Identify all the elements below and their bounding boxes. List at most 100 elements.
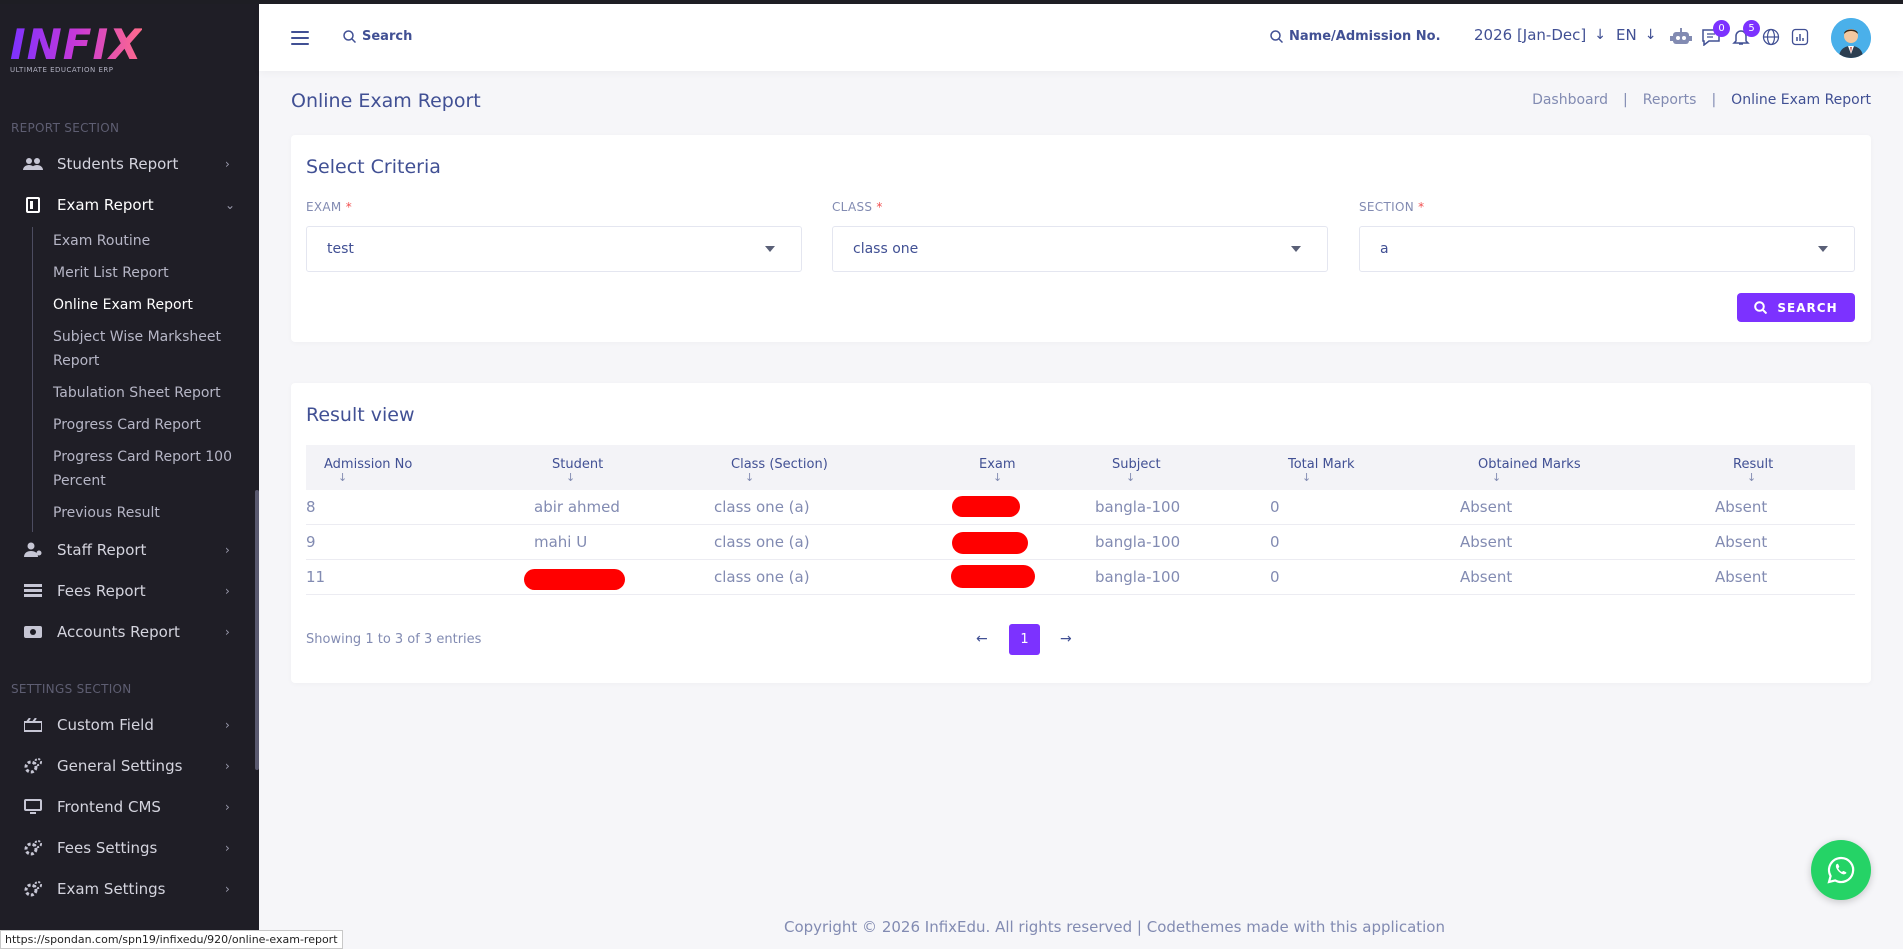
user-avatar[interactable] <box>1831 18 1871 58</box>
cell-student: mahi U <box>534 533 588 551</box>
menu-toggle-icon[interactable] <box>291 31 309 45</box>
chevron-right-icon: › <box>225 759 230 773</box>
table-row: 11 class one (a) bangla-100 0 Absent Abs… <box>306 560 1855 595</box>
breadcrumb-reports[interactable]: Reports <box>1643 92 1697 108</box>
app-logo[interactable]: INFIX ULTIMATE EDUCATION ERP <box>10 20 143 75</box>
sidebar-item-label: Accounts Report <box>57 623 180 641</box>
sort-arrow-icon: ↓ <box>1492 471 1502 484</box>
chevron-right-icon: › <box>225 584 230 598</box>
chevron-right-icon: › <box>225 882 230 896</box>
chevron-right-icon: › <box>225 841 230 855</box>
chevron-right-icon: › <box>225 543 230 557</box>
language-selector[interactable]: EN ↓ <box>1616 26 1656 44</box>
sidebar-item-label: Fees Report <box>57 582 146 600</box>
submenu-tabulation-sheet-report[interactable]: Tabulation Sheet Report <box>53 381 243 405</box>
column-header-result[interactable]: Result ↓ <box>1733 457 1773 484</box>
cell-result: Absent <box>1715 498 1768 516</box>
whatsapp-icon[interactable] <box>1811 840 1871 900</box>
arrow-down-icon: ↓ <box>1644 27 1657 43</box>
page-title: Online Exam Report <box>291 90 481 112</box>
column-header-total-mark[interactable]: Total Mark ↓ <box>1288 457 1355 484</box>
column-header-admission-no[interactable]: Admission No ↓ <box>324 457 412 484</box>
window-top-strip <box>0 0 1903 4</box>
submenu-progress-card-report-100-line2[interactable]: Percent <box>53 469 243 493</box>
cell-class-section: class one (a) <box>714 533 810 551</box>
column-header-student[interactable]: Student ↓ <box>552 457 603 484</box>
sort-arrow-icon: ↓ <box>745 471 755 484</box>
table-header: Admission No ↓ Student ↓ Class (Section) ↓ … <box>306 445 1855 490</box>
cell-student: abir ahmed <box>534 498 620 516</box>
cell-admission-no: 8 <box>306 498 316 516</box>
submenu-merit-list-report[interactable]: Merit List Report <box>53 261 243 285</box>
sidebar-item-staff-report[interactable]: Staff Report › <box>0 533 255 567</box>
sidebar-item-label: Custom Field <box>57 716 154 734</box>
chat-badge: 0 <box>1713 20 1730 37</box>
search-button[interactable]: SEARCH <box>1737 293 1855 322</box>
redaction-mark <box>952 532 1028 554</box>
redaction-mark <box>952 496 1020 517</box>
search-icon <box>1270 30 1283 43</box>
name-admission-search[interactable]: Name/Admission No. <box>1270 29 1441 44</box>
next-page-icon[interactable]: → <box>1060 631 1072 647</box>
breadcrumb-dashboard[interactable]: Dashboard <box>1532 92 1608 108</box>
cell-total-mark: 0 <box>1270 533 1280 551</box>
column-header-class-section[interactable]: Class (Section) ↓ <box>731 457 828 484</box>
sidebar-item-students-report[interactable]: Students Report › <box>0 147 255 181</box>
breadcrumb-separator: | <box>1623 92 1628 108</box>
previous-page-icon[interactable]: ← <box>976 631 988 647</box>
caret-down-icon <box>1818 246 1828 252</box>
chat-icon[interactable]: 0 <box>1700 20 1730 48</box>
monitor-icon <box>22 798 44 816</box>
cell-obtained-marks: Absent <box>1460 568 1513 586</box>
submenu-online-exam-report[interactable]: Online Exam Report <box>53 293 243 317</box>
sidebar-item-general-settings[interactable]: General Settings › <box>0 749 255 783</box>
chevron-right-icon: › <box>225 157 230 171</box>
exam-select[interactable]: test <box>306 226 802 272</box>
class-select[interactable]: class one <box>832 226 1328 272</box>
submenu-progress-card-report[interactable]: Progress Card Report <box>53 413 243 437</box>
sidebar-item-label: Exam Settings <box>57 880 166 898</box>
sidebar-item-fees-settings[interactable]: Fees Settings › <box>0 831 255 865</box>
page-number-button[interactable]: 1 <box>1009 624 1040 655</box>
logo-text: INFIX <box>10 20 143 69</box>
custom-field-icon <box>22 716 44 734</box>
sidebar-item-label: General Settings <box>57 757 183 775</box>
column-header-subject[interactable]: Subject ↓ <box>1112 457 1161 484</box>
sidebar-item-accounts-report[interactable]: Accounts Report › <box>0 615 255 649</box>
academic-year-selector[interactable]: 2026 [Jan-Dec] ↓ <box>1474 26 1606 44</box>
submenu-progress-card-report-100[interactable]: Progress Card Report 100 <box>53 445 243 469</box>
globe-icon[interactable] <box>1760 26 1782 48</box>
submenu-subject-wise-marksheet-line2[interactable]: Report <box>53 349 243 373</box>
language-value: EN <box>1616 26 1637 44</box>
sidebar-item-exam-settings[interactable]: Exam Settings › <box>0 872 255 906</box>
sidebar-item-fees-report[interactable]: Fees Report › <box>0 574 255 608</box>
students-icon <box>22 155 44 173</box>
submenu-guide-line <box>32 227 33 532</box>
column-header-exam[interactable]: Exam ↓ <box>979 457 1016 484</box>
sidebar-item-exam-report[interactable]: Exam Report ⌄ <box>0 188 255 222</box>
column-header-obtained-marks[interactable]: Obtained Marks ↓ <box>1478 457 1581 484</box>
exam-select-value: test <box>327 241 354 257</box>
gear-icon <box>22 880 44 898</box>
submenu-previous-result[interactable]: Previous Result <box>53 501 243 525</box>
header-search[interactable]: Search <box>343 29 412 44</box>
report-section-title: REPORT SECTION <box>11 121 120 135</box>
robot-icon[interactable] <box>1670 26 1692 48</box>
sidebar-scrollbar[interactable] <box>255 490 259 770</box>
search-icon <box>343 30 356 43</box>
breadcrumb: Dashboard | Reports | Online Exam Report <box>1532 92 1871 108</box>
section-select-value: a <box>1380 241 1389 257</box>
submenu-subject-wise-marksheet[interactable]: Subject Wise Marksheet <box>53 325 243 349</box>
sidebar-item-label: Staff Report <box>57 541 147 559</box>
redaction-mark <box>951 565 1035 588</box>
submenu-exam-routine[interactable]: Exam Routine <box>53 229 243 253</box>
breadcrumb-current[interactable]: Online Exam Report <box>1731 92 1871 108</box>
cell-obtained-marks: Absent <box>1460 498 1513 516</box>
criteria-title: Select Criteria <box>306 156 441 178</box>
bell-icon[interactable]: 5 <box>1730 20 1760 48</box>
sidebar-item-custom-field[interactable]: Custom Field › <box>0 708 255 742</box>
section-select[interactable]: a <box>1359 226 1855 272</box>
sidebar-item-frontend-cms[interactable]: Frontend CMS › <box>0 790 255 824</box>
class-select-value: class one <box>853 241 919 257</box>
analytics-icon[interactable] <box>1789 26 1811 48</box>
